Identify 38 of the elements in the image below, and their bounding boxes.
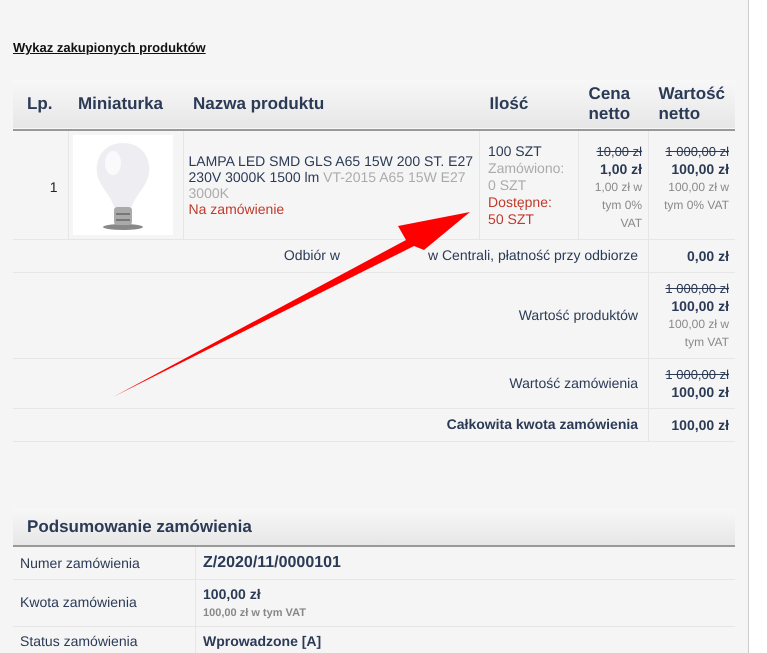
availability-status: Na zamówienie (188, 200, 286, 216)
summary-label: w Centrali, płatność przy odbiorze (428, 246, 638, 265)
field-label: Status zamówienia (20, 632, 138, 650)
vat-note: 100,00 zł w tym VAT (667, 316, 729, 350)
column-header: Cena netto (578, 80, 649, 130)
summary-label: Wartość zamówienia (509, 374, 638, 390)
summary-value: 0,00 zł (686, 246, 729, 264)
vat-note: 100,00 zł w tym VAT (203, 606, 306, 621)
field-value: Wprowadzone [A] (203, 632, 322, 651)
value: 100,00 zł (671, 160, 729, 178)
field-label: Kwota zamówienia (20, 593, 137, 612)
column-header: Wartość netto (648, 80, 735, 130)
product-name: LAMPA LED SMD GLS A65 15W 200 ST. E27 230V 3000K 1500 lm VT-2015 A65 15W E27 3000K (188, 152, 474, 200)
ordered-quantity: Zamówiono: 0 SZT (488, 160, 566, 194)
column-header: Miniaturka (68, 80, 183, 130)
quantity: 100 SZT (488, 142, 543, 160)
old-price: 10,00 zł (596, 142, 642, 160)
field-label: Numer zamówienia (20, 554, 140, 572)
value-vat-note: 100,00 zł w tym 0% VAT (663, 178, 729, 214)
summary-label: Odbiór w (284, 246, 340, 265)
column-header: Ilość (480, 80, 579, 130)
old-value: 1 000,00 zł (665, 366, 729, 382)
available-quantity: Dostępne: 50 SZT (488, 194, 553, 228)
summary-value: 100,00 zł (671, 416, 729, 434)
summary-value: 100,00 zł (671, 382, 729, 400)
summary-value: 100,00 zł (671, 296, 729, 314)
price: 1,00 zł (600, 160, 642, 178)
table-cell: 1 (13, 130, 68, 239)
field-value: 100,00 zł (203, 585, 262, 604)
column-header: Nazwa produktu (183, 80, 480, 130)
summary-label: Wartość produktów (518, 306, 638, 322)
column-header: Lp. (13, 80, 68, 130)
price-vat-note: 1,00 zł w tym 0% VAT (594, 178, 642, 232)
field-value: Z/2020/11/0000101 (203, 553, 341, 573)
summary-label: Całkowita kwota zamówienia (446, 416, 638, 432)
section-title: Wykaz zakupionych produktów (13, 39, 206, 57)
old-value: 1 000,00 zł (665, 280, 729, 296)
old-value: 1 000,00 zł (665, 142, 729, 160)
